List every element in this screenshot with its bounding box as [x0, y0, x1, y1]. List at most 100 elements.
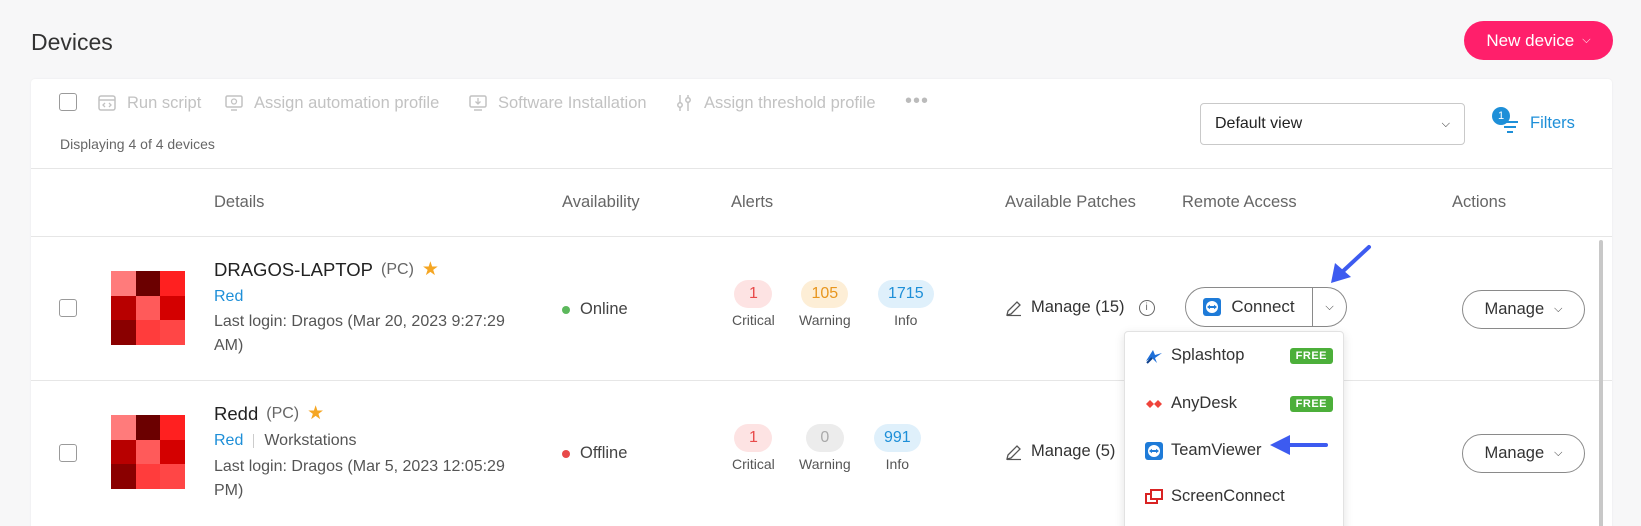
column-header-remote-access: Remote Access — [1182, 193, 1297, 211]
automation-icon — [225, 95, 243, 111]
remote-option-label: TeamViewer — [1171, 441, 1262, 459]
more-actions-icon[interactable]: ••• — [905, 90, 929, 113]
divider — [31, 380, 1612, 381]
availability-status: Online — [562, 300, 628, 319]
offline-dot-icon — [562, 449, 570, 458]
device-name-text: Redd — [214, 402, 259, 424]
alert-info[interactable]: 1715 Info — [878, 280, 934, 328]
teamviewer-icon — [1145, 441, 1163, 460]
device-group: Red Workstations — [214, 432, 357, 450]
device-group-link[interactable]: Red — [214, 288, 243, 306]
manage-patches-label: Manage (15) — [1031, 298, 1125, 316]
column-header-details: Details — [214, 193, 265, 211]
pencil-icon — [1006, 300, 1021, 316]
install-icon — [469, 95, 487, 111]
new-device-button[interactable]: New device ⌵ — [1464, 21, 1613, 60]
remote-option-splashtop[interactable]: Splashtop FREE — [1145, 346, 1333, 365]
assign-threshold-action[interactable]: Assign threshold profile — [674, 93, 876, 113]
chevron-down-icon: ⌵ — [1554, 303, 1563, 315]
row-checkbox[interactable] — [59, 444, 77, 462]
info-label: Info — [885, 456, 910, 472]
view-select[interactable]: Default view ⌵ — [1200, 103, 1465, 145]
info-count: 991 — [874, 424, 921, 452]
device-name-text: DRAGOS-LAPTOP — [214, 258, 374, 280]
critical-count: 1 — [734, 280, 773, 308]
info-icon[interactable]: i — [1138, 299, 1155, 316]
view-select-value: Default view — [1215, 115, 1303, 132]
teamviewer-icon — [1203, 298, 1222, 316]
row-checkbox[interactable] — [59, 299, 77, 317]
software-installation-label: Software Installation — [498, 93, 647, 112]
alert-warning[interactable]: 0 Warning — [799, 424, 851, 472]
scrollbar[interactable] — [1599, 240, 1603, 526]
availability-label: Offline — [580, 444, 628, 462]
manage-button[interactable]: Manage ⌵ — [1462, 290, 1585, 329]
connect-label: Connect — [1231, 297, 1295, 316]
filters-label: Filters — [1530, 113, 1575, 132]
software-installation-action[interactable]: Software Installation — [468, 93, 647, 113]
remote-option-label: Splashtop — [1171, 346, 1245, 364]
filters-button[interactable]: 1 Filters — [1492, 107, 1575, 135]
warning-label: Warning — [799, 312, 851, 328]
device-category: Workstations — [264, 432, 357, 449]
warning-count: 105 — [801, 280, 849, 308]
critical-label: Critical — [732, 456, 775, 472]
assign-threshold-label: Assign threshold profile — [704, 93, 876, 112]
splashtop-icon — [1146, 349, 1162, 364]
threshold-icon — [677, 95, 691, 111]
star-icon[interactable]: ★ — [422, 258, 439, 281]
device-avatar — [111, 271, 185, 345]
connect-dropdown-toggle[interactable]: ⌵ — [1313, 287, 1347, 327]
remote-option-anydesk[interactable]: AnyDesk FREE — [1145, 394, 1333, 413]
alert-critical[interactable]: 1 Critical — [732, 424, 775, 472]
divider — [31, 236, 1612, 237]
alert-critical[interactable]: 1 Critical — [732, 280, 775, 328]
anydesk-icon — [1146, 399, 1162, 408]
device-group-link[interactable]: Red — [214, 432, 243, 450]
device-group: Red — [214, 288, 243, 306]
manage-patches-link[interactable]: Manage (15) i — [1005, 298, 1155, 317]
assign-automation-action[interactable]: Assign automation profile — [224, 93, 439, 113]
annotation-arrow-icon — [1331, 245, 1371, 283]
chevron-down-icon: ⌵ — [1554, 447, 1563, 459]
manage-label: Manage — [1484, 300, 1545, 318]
column-header-actions: Actions — [1452, 193, 1507, 211]
remote-access-dropdown: Splashtop FREE AnyDesk FREE TeamViewer S… — [1124, 331, 1344, 526]
column-header-availability: Availability — [562, 193, 640, 211]
last-login: Last login: Dragos (Mar 5, 2023 12:05:29… — [214, 458, 505, 499]
connect-split-button: Connect ⌵ — [1185, 287, 1347, 327]
run-script-action[interactable]: Run script — [97, 93, 201, 113]
divider — [31, 168, 1612, 169]
alert-info[interactable]: 991 Info — [874, 424, 921, 472]
run-script-label: Run script — [127, 93, 202, 112]
manage-patches-link[interactable]: Manage (5) — [1005, 442, 1115, 461]
filters-count-badge: 1 — [1492, 107, 1510, 125]
warning-label: Warning — [799, 456, 851, 472]
free-badge: FREE — [1289, 347, 1333, 364]
last-login: Last login: Dragos (Mar 20, 2023 9:27:29… — [214, 313, 505, 354]
annotation-arrow-icon — [1270, 435, 1328, 455]
manage-patches-label: Manage (5) — [1031, 442, 1116, 460]
availability-status: Offline — [562, 444, 627, 463]
separator — [253, 434, 255, 448]
chevron-down-icon: ⌵ — [1441, 117, 1450, 130]
device-name[interactable]: DRAGOS-LAPTOP (PC) ★ — [214, 258, 439, 281]
new-device-label: New device — [1486, 30, 1575, 50]
star-icon[interactable]: ★ — [307, 402, 324, 425]
critical-count: 1 — [734, 424, 773, 452]
device-type: (PC) — [266, 404, 300, 422]
device-name[interactable]: Redd (PC) ★ — [214, 402, 324, 425]
column-header-available-patches: Available Patches — [1005, 193, 1136, 211]
free-badge: FREE — [1289, 395, 1333, 412]
filter-icon: 1 — [1492, 107, 1520, 135]
select-all-checkbox[interactable] — [59, 93, 77, 111]
assign-automation-label: Assign automation profile — [254, 93, 440, 112]
critical-label: Critical — [732, 312, 775, 328]
script-icon — [98, 95, 116, 111]
info-count: 1715 — [878, 280, 934, 308]
chevron-down-icon: ⌵ — [1325, 300, 1334, 313]
alert-warning[interactable]: 105 Warning — [799, 280, 851, 328]
manage-button[interactable]: Manage ⌵ — [1462, 434, 1585, 473]
connect-button[interactable]: Connect — [1185, 287, 1313, 327]
remote-option-screenconnect[interactable]: ScreenConnect — [1145, 487, 1333, 506]
